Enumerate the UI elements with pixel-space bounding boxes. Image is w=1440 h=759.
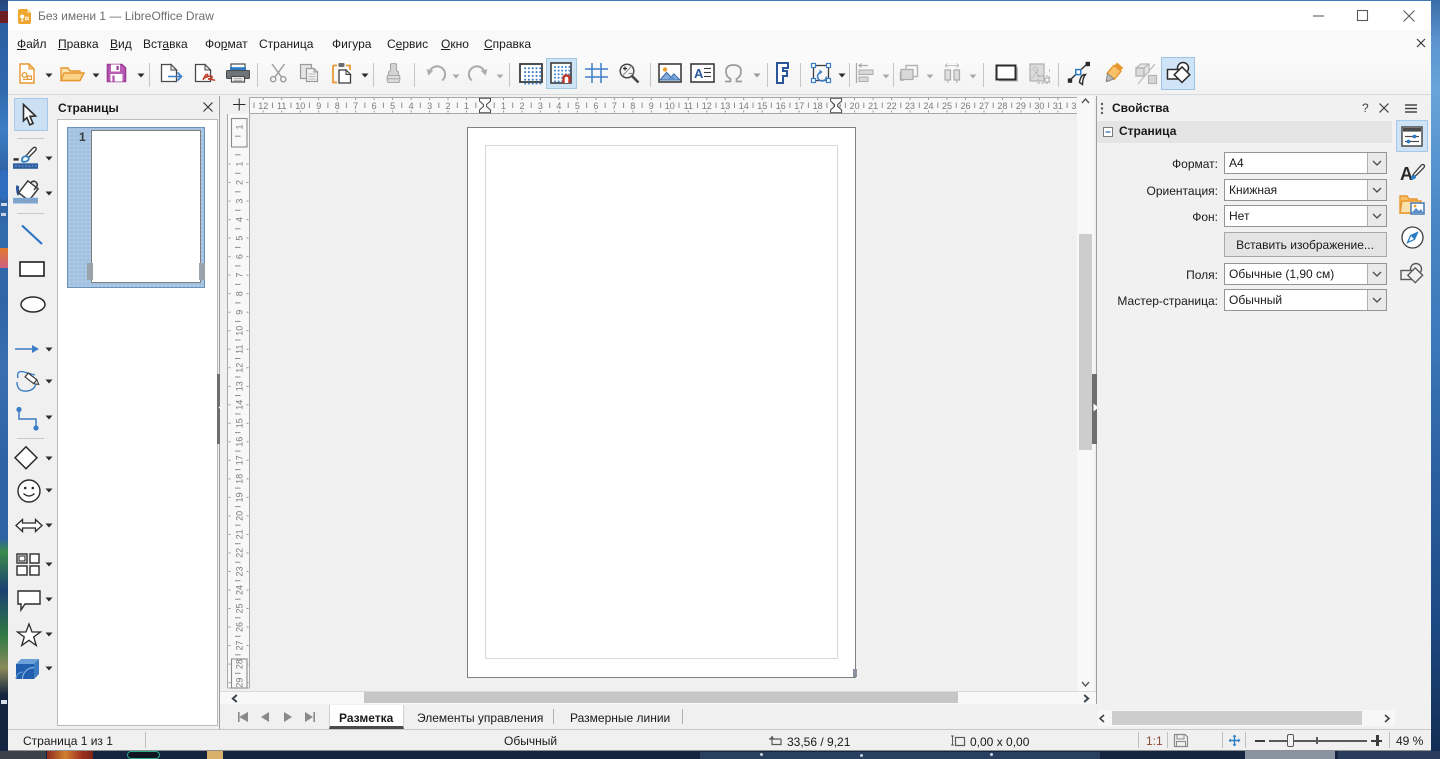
svg-text:26: 26 [960,101,970,111]
svg-text:10: 10 [295,101,305,111]
svg-text:27: 27 [235,640,245,650]
svg-text:11: 11 [235,345,245,354]
svg-text:A: A [694,66,704,81]
svg-text:24: 24 [235,585,245,595]
svg-text:8: 8 [235,291,245,296]
svg-text:30: 30 [1034,101,1044,111]
svg-text:7: 7 [353,101,358,111]
svg-text:10: 10 [665,101,675,111]
svg-text:21: 21 [868,101,878,111]
svg-text:11: 11 [277,101,286,111]
svg-text:15: 15 [235,418,245,428]
svg-text:19: 19 [235,492,245,502]
svg-text:12: 12 [258,101,268,111]
svg-text:3: 3 [427,101,432,111]
svg-text:7: 7 [612,101,617,111]
svg-text:4: 4 [556,101,561,111]
svg-text:9: 9 [649,101,654,111]
svg-text:14: 14 [739,101,749,111]
svg-text:8: 8 [630,101,635,111]
svg-text:28: 28 [997,101,1007,111]
svg-text:9: 9 [316,101,321,111]
svg-text:4: 4 [409,101,414,111]
svg-text:12: 12 [702,101,712,111]
svg-text:22: 22 [235,548,245,558]
svg-text:21: 21 [235,529,245,539]
svg-text:14: 14 [235,400,245,410]
svg-text:22: 22 [887,101,897,111]
svg-text:25: 25 [942,101,952,111]
svg-text:29: 29 [235,678,245,688]
svg-text:6: 6 [235,254,245,259]
svg-text:12: 12 [235,363,245,373]
svg-text:29: 29 [1016,101,1026,111]
svg-text:1: 1 [235,161,245,166]
svg-text:1: 1 [235,124,245,129]
svg-text:13: 13 [720,101,730,111]
svg-text:11: 11 [684,101,693,111]
svg-text:16: 16 [776,101,786,111]
svg-text:20: 20 [235,511,245,521]
svg-text:25: 25 [235,603,245,613]
svg-text:13: 13 [235,381,245,391]
svg-text:18: 18 [235,474,245,484]
svg-text:5: 5 [235,236,245,241]
svg-text:5: 5 [390,101,395,111]
svg-text:2: 2 [519,101,524,111]
svg-text:1: 1 [501,101,506,111]
svg-text:1: 1 [464,101,469,111]
svg-text:2: 2 [235,180,245,185]
svg-text:3: 3 [538,101,543,111]
svg-text:6: 6 [593,101,598,111]
svg-text:15: 15 [757,101,767,111]
svg-text:8: 8 [335,101,340,111]
svg-text:3: 3 [235,199,245,204]
svg-text:27: 27 [979,101,989,111]
svg-text:2: 2 [445,101,450,111]
svg-text:4: 4 [235,217,245,222]
svg-text:23: 23 [235,566,245,576]
svg-text:18: 18 [813,101,823,111]
svg-text:17: 17 [794,101,804,111]
svg-text:7: 7 [235,273,245,278]
svg-text:10: 10 [235,326,245,336]
svg-text:24: 24 [923,101,933,111]
svg-text:16: 16 [235,437,245,447]
svg-text:31: 31 [1053,101,1063,111]
svg-text:A: A [1400,164,1413,184]
svg-text:28: 28 [235,659,245,669]
svg-text:6: 6 [372,101,377,111]
svg-text:20: 20 [850,101,860,111]
svg-text:9: 9 [235,310,245,315]
svg-text:17: 17 [235,455,245,465]
svg-text:26: 26 [235,622,245,632]
svg-text:23: 23 [905,101,915,111]
svg-text:5: 5 [575,101,580,111]
